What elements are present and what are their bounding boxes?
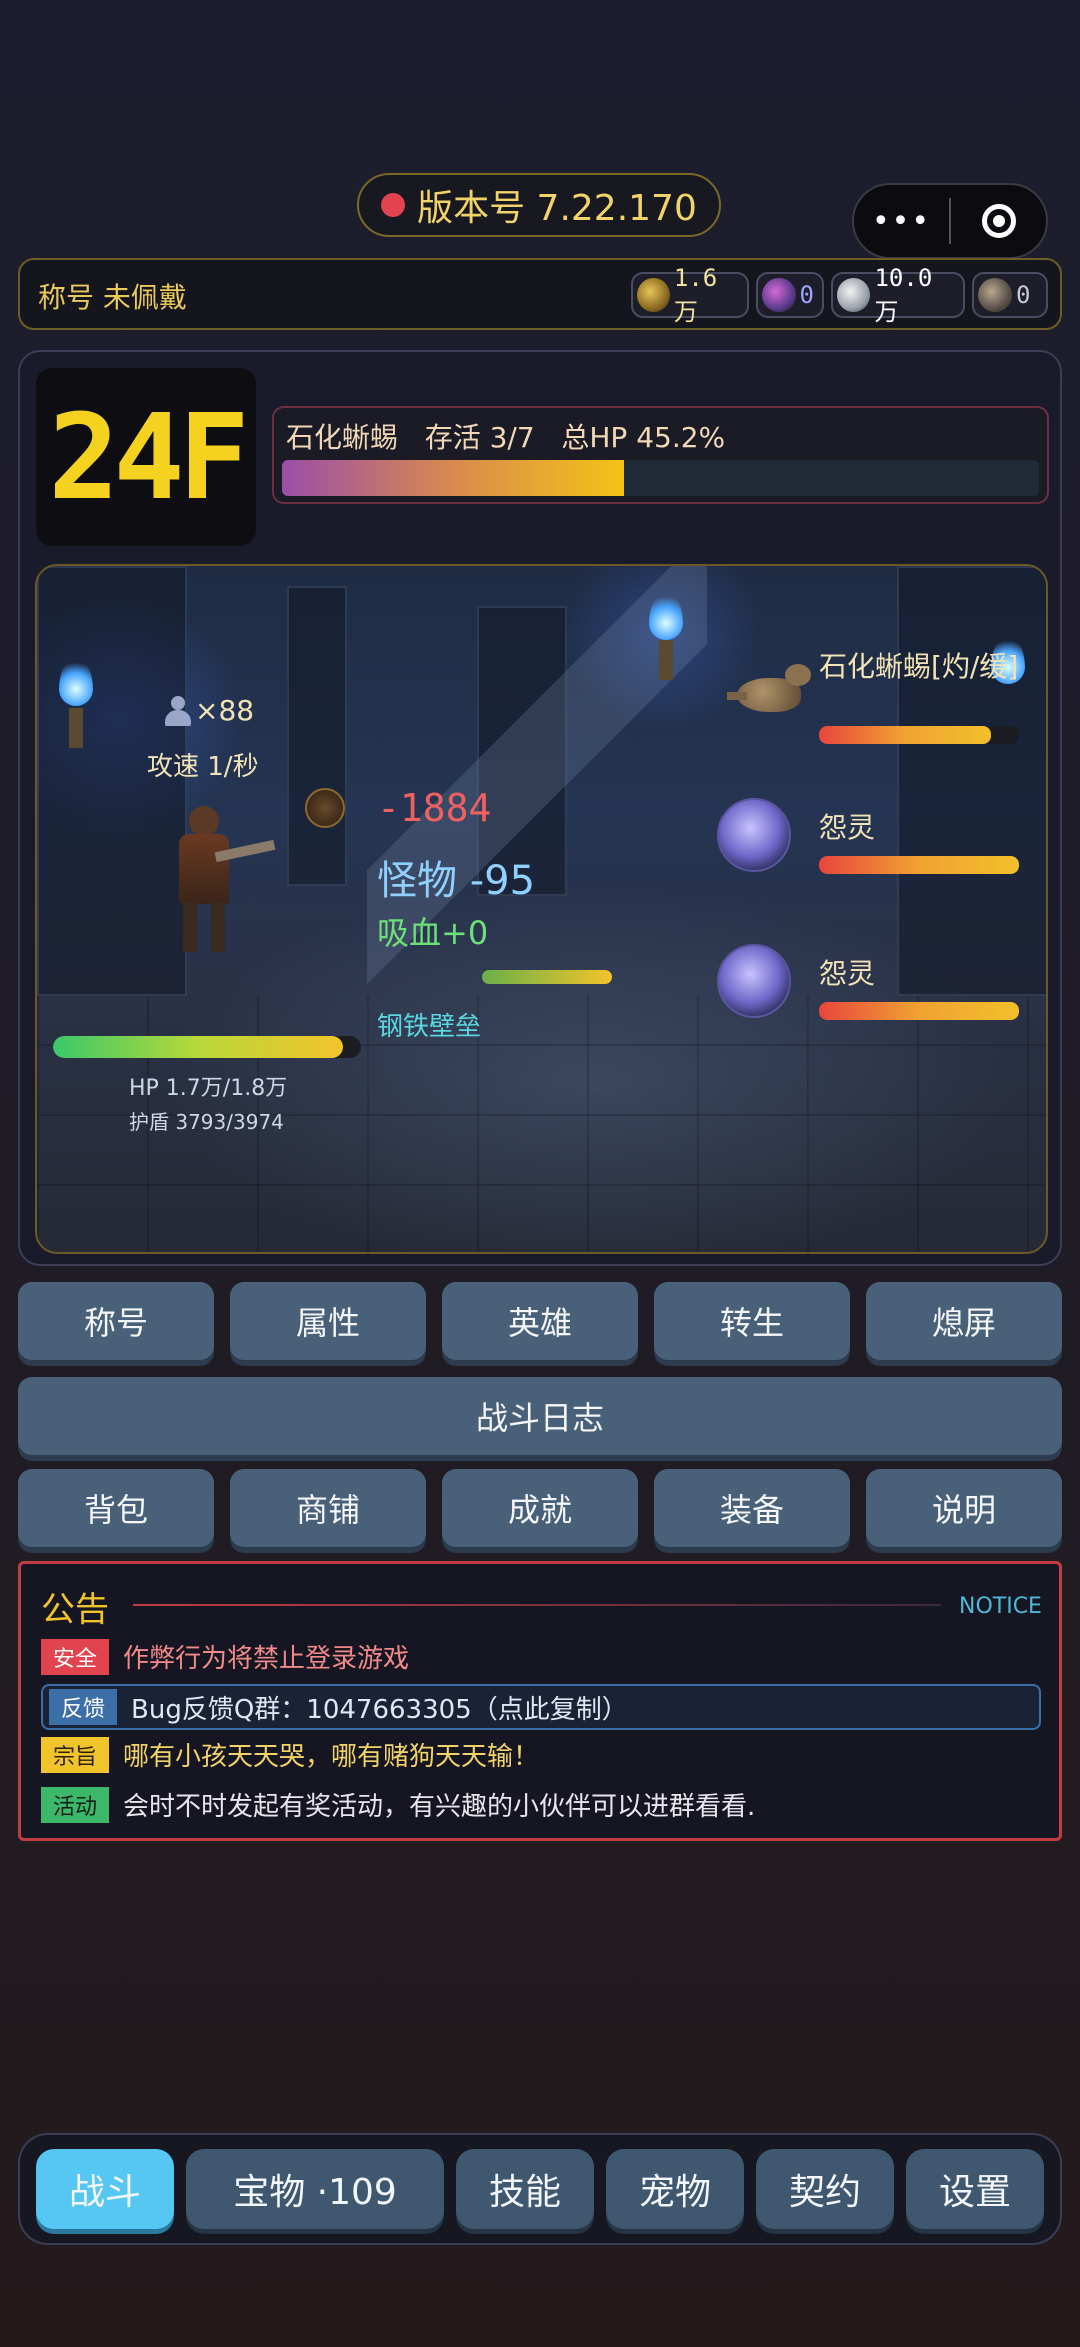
notice-item-feedback[interactable]: 反馈 Bug反馈Q群：1047663305（点此复制） — [41, 1684, 1041, 1730]
attributes-button[interactable]: 属性 — [230, 1282, 426, 1360]
gold-coin-icon — [637, 278, 670, 312]
silver-drop-icon — [837, 278, 871, 312]
notice-item: 安全 作弊行为将禁止登录游戏 — [41, 1638, 409, 1675]
hero-button[interactable]: 英雄 — [442, 1282, 638, 1360]
equipment-button[interactable]: 装备 — [654, 1469, 850, 1547]
purple-gem-icon — [762, 278, 796, 312]
wave-text: 石化蜥蜴 存活 3/7 总HP 45.2% — [286, 421, 726, 454]
person-icon — [165, 695, 191, 726]
equipped-title[interactable]: 称号 未佩戴 — [38, 276, 187, 316]
rebirth-button[interactable]: 转生 — [654, 1282, 850, 1360]
monster-hp-fill — [819, 1002, 1019, 1020]
buff-rune-icon — [305, 788, 345, 828]
tag-motto: 宗旨 — [41, 1736, 109, 1773]
torch-icon — [659, 640, 673, 680]
nav-treasure[interactable]: 宝物 ·109 — [186, 2149, 444, 2229]
currency-stone: 0 — [972, 272, 1048, 318]
skill-name: 钢铁壁垒 — [377, 1012, 482, 1042]
stone-pillar-1 — [287, 586, 347, 886]
currency-gem: 0 — [756, 272, 824, 318]
backpack-button[interactable]: 背包 — [18, 1469, 214, 1547]
achievements-button[interactable]: 成就 — [442, 1469, 638, 1547]
hero-sprite — [155, 806, 276, 956]
tag-event: 活动 — [41, 1786, 109, 1823]
stone-wall-right — [897, 566, 1046, 996]
notice-board: 公告 NOTICE 安全 作弊行为将禁止登录游戏 反馈 Bug反馈Q群：1047… — [18, 1561, 1062, 1841]
nav-battle[interactable]: 战斗 — [36, 2149, 174, 2229]
record-dot-icon — [381, 193, 406, 217]
monster-hp-bar — [819, 726, 1019, 744]
nav-settings[interactable]: 设置 — [906, 2149, 1044, 2229]
wave-status: 石化蜥蜴 存活 3/7 总HP 45.2% — [272, 406, 1049, 504]
monster-name: 怨灵 — [819, 811, 876, 844]
torch-icon — [69, 708, 83, 748]
notice-title: 公告 — [41, 1590, 109, 1630]
monster-hp-bar — [819, 1002, 1019, 1020]
floor-indicator: 24F — [36, 368, 256, 546]
lifesteal-text: 吸血+0 — [377, 914, 489, 952]
wave-hp-fill — [282, 460, 625, 496]
currency-gold: 1.6万 — [631, 264, 749, 326]
skill-progress-fill — [482, 970, 612, 984]
battle-log-button[interactable]: 战斗日志 — [18, 1377, 1062, 1455]
notice-item: 活动 会时不时发起有奖活动，有兴趣的小伙伴可以进群看看. — [41, 1786, 755, 1823]
title-button[interactable]: 称号 — [18, 1282, 214, 1360]
lizard-sprite — [727, 656, 817, 726]
shop-button[interactable]: 商铺 — [230, 1469, 426, 1547]
hero-attack-speed: 攻速 1/秒 — [147, 752, 259, 782]
hero-hp-fill — [53, 1036, 343, 1058]
hero-shield-text: 护盾 3793/3974 — [129, 1110, 284, 1134]
damage-number: -1884 — [377, 786, 492, 830]
version-label: 版本号 7.22.170 — [417, 188, 697, 229]
wave-hp-bar — [282, 460, 1039, 496]
tag-security: 安全 — [41, 1638, 109, 1675]
skill-progress-bar — [482, 970, 612, 984]
close-button[interactable] — [951, 204, 1046, 238]
currency-silver: 10.0万 — [831, 264, 965, 326]
monster-name: 怨灵 — [819, 957, 876, 990]
monster-hp-fill — [819, 726, 991, 744]
stone-orb-icon — [978, 278, 1012, 312]
battle-scene: ×88 攻速 1/秒 -1884 怪物 -95 吸血+0 钢铁壁垒 HP 1.7… — [35, 564, 1048, 1254]
bottom-nav: 战斗 宝物 ·109 技能 宠物 契约 设置 — [18, 2133, 1062, 2245]
nav-contract[interactable]: 契约 — [756, 2149, 894, 2229]
hero-level: ×88 — [165, 694, 254, 727]
notice-item: 宗旨 哪有小孩天天哭，哪有赌狗天天输！ — [41, 1736, 539, 1773]
tag-feedback: 反馈 — [49, 1689, 117, 1725]
version-badge: 版本号 7.22.170 — [357, 173, 721, 237]
battle-panel: 24F 石化蜥蜴 存活 3/7 总HP 45.2% ×88 攻速 1/秒 -18… — [18, 350, 1062, 1266]
monster-name: 石化蜥蜴[灼/缓] — [819, 650, 1019, 683]
hero-hp-text: HP 1.7万/1.8万 — [129, 1076, 288, 1101]
more-button[interactable]: ••• — [854, 204, 949, 239]
target-icon — [981, 204, 1016, 238]
miniprogram-capsule: ••• — [852, 183, 1048, 259]
monster-hp-fill — [819, 856, 1019, 874]
title-bar: 称号 未佩戴 1.6万 0 10.0万 0 — [18, 258, 1062, 330]
hero-hp-bar — [53, 1036, 361, 1058]
nav-pets[interactable]: 宠物 — [606, 2149, 744, 2229]
more-icon: ••• — [871, 203, 932, 239]
screen-off-button[interactable]: 熄屏 — [866, 1282, 1062, 1360]
help-button[interactable]: 说明 — [866, 1469, 1062, 1547]
ghost-sprite — [717, 944, 791, 1018]
nav-skills[interactable]: 技能 — [456, 2149, 594, 2229]
ghost-sprite — [717, 798, 791, 872]
monster-hp-bar — [819, 856, 1019, 874]
notice-divider — [133, 1604, 941, 1606]
notice-title-en: NOTICE — [959, 1594, 1042, 1619]
monster-hit-text: 怪物 -95 — [377, 858, 536, 904]
